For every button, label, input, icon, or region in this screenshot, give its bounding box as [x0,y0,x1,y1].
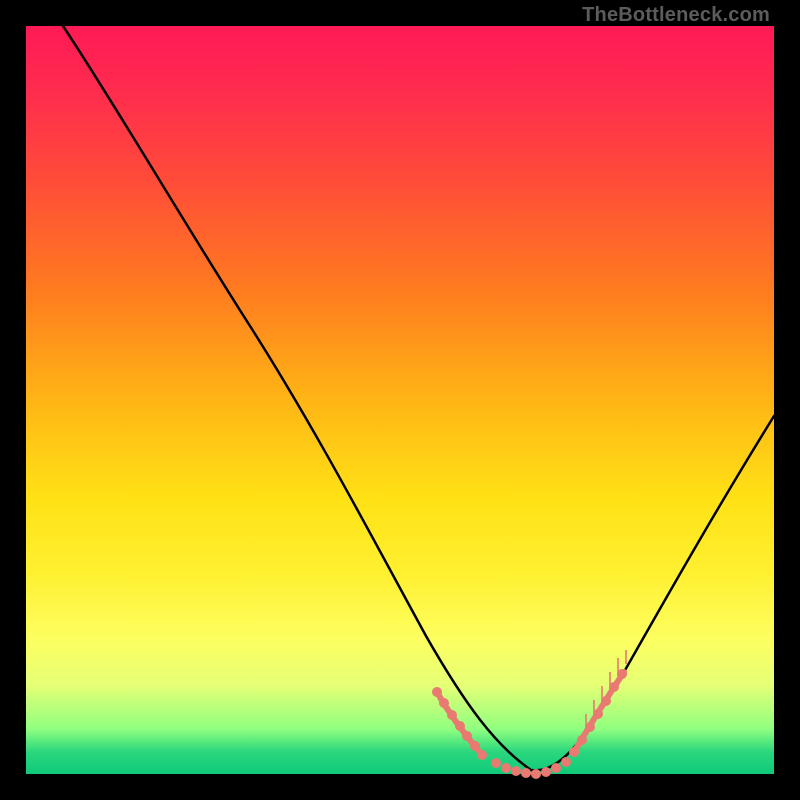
marker-cluster-right [569,650,627,757]
marker-dot [521,768,531,778]
marker-cluster-left [432,687,487,760]
marker-dot [439,698,449,708]
marker-dot [511,766,521,776]
chart-frame: TheBottleneck.com [0,0,800,800]
marker-dot [551,763,561,773]
marker-dot [561,757,571,767]
plot-area [26,26,774,774]
marker-dot [432,687,442,697]
marker-dot [477,750,487,760]
curve-layer [26,26,774,774]
marker-dot [470,741,480,751]
bottleneck-curve [63,26,774,770]
marker-dot [447,710,457,720]
marker-dot [462,731,472,741]
marker-dot [531,769,541,779]
marker-dot [541,767,551,777]
watermark-label: TheBottleneck.com [582,4,770,27]
marker-dot [491,758,501,768]
marker-dot [455,721,465,731]
marker-dot [501,763,511,773]
marker-dot [569,747,579,757]
marker-dot [577,735,587,745]
